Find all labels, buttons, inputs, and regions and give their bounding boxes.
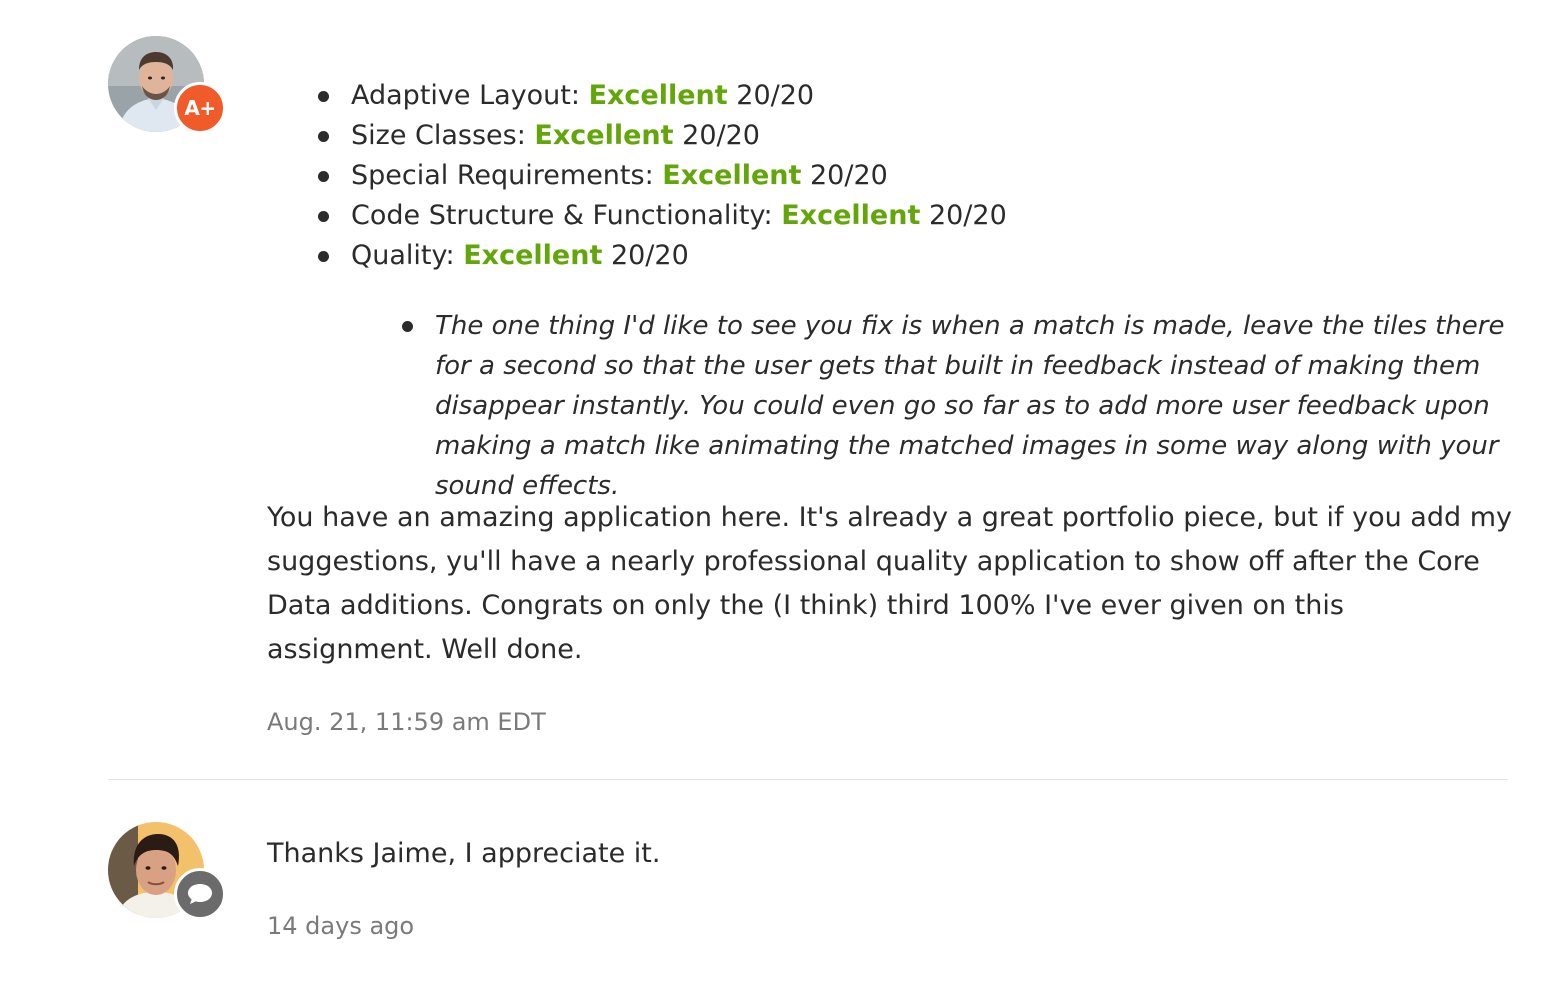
rubric-list: Adaptive Layout: Excellent 20/20 Size Cl… <box>316 76 1007 276</box>
student-avatar-wrap <box>108 822 228 922</box>
rubric-item-label: Quality: <box>351 240 455 271</box>
rubric-item-rating: Excellent <box>781 200 921 231</box>
rubric-item-label: Size Classes: <box>351 120 526 151</box>
reply-timestamp: 14 days ago <box>267 912 415 940</box>
reply-badge <box>174 868 226 920</box>
rubric-item: Size Classes: Excellent 20/20 <box>316 116 1007 156</box>
rubric-item-label: Code Structure & Functionality: <box>351 200 773 231</box>
rubric-item-rating: Excellent <box>463 240 603 271</box>
rubric-item-rating: Excellent <box>588 80 728 111</box>
comment-divider <box>108 779 1508 780</box>
review-note-text: The one thing I'd like to see you fix is… <box>435 311 1505 501</box>
rubric-item-score: 20/20 <box>736 80 815 111</box>
speech-bubble-icon <box>188 884 212 904</box>
rubric-item: Quality: Excellent 20/20 <box>316 236 1007 276</box>
rubric-item-rating: Excellent <box>534 120 674 151</box>
review-note: The one thing I'd like to see you fix is… <box>400 306 1510 506</box>
rubric-item: Code Structure & Functionality: Excellen… <box>316 196 1007 236</box>
reviewer-avatar-wrap: A+ <box>108 36 228 136</box>
rubric-item-score: 20/20 <box>682 120 760 151</box>
rubric-item: Special Requirements: Excellent 20/20 <box>316 156 1007 196</box>
review-body: You have an amazing application here. It… <box>267 502 1512 665</box>
grade-badge: A+ <box>174 82 226 134</box>
review-timestamp: Aug. 21, 11:59 am EDT <box>267 708 546 736</box>
rubric-item-label: Adaptive Layout: <box>351 80 580 111</box>
reply-text: Thanks Jaime, I appreciate it. <box>267 838 661 869</box>
rubric-item-score: 20/20 <box>810 160 888 191</box>
rubric-item: Adaptive Layout: Excellent 20/20 <box>316 76 1007 116</box>
rubric-item-label: Special Requirements: <box>351 160 654 191</box>
rubric-item-score: 20/20 <box>928 200 1007 231</box>
rubric-item-rating: Excellent <box>662 160 802 191</box>
rubric-item-score: 20/20 <box>610 240 689 271</box>
grade-badge-label: A+ <box>184 96 216 120</box>
